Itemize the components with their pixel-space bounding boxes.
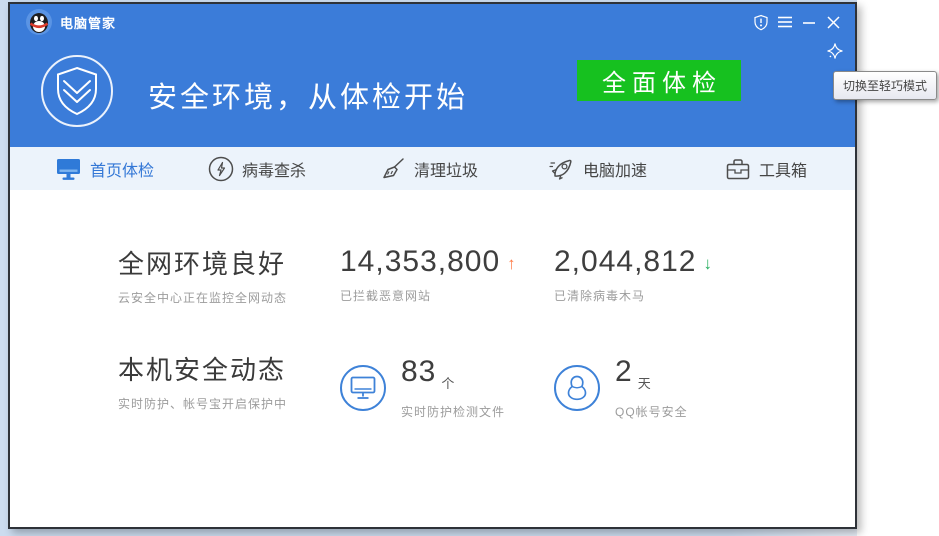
monitor-icon <box>55 157 82 181</box>
lite-mode-tooltip: 切换至轻巧模式 <box>833 71 937 100</box>
titlebar: 电脑管家 <box>10 4 855 40</box>
toolbox-icon <box>725 157 751 181</box>
qq-safety-label: QQ帐号安全 <box>615 403 688 420</box>
brand-shield-icon <box>54 66 100 116</box>
nav-tab-speedup[interactable]: 电脑加速 <box>548 147 647 190</box>
trend-up-icon: ↑ <box>507 248 516 280</box>
shield-exclamation-icon <box>753 14 769 31</box>
monitor-outline-icon <box>349 375 377 401</box>
local-security-title: 本机安全动态 <box>118 354 287 386</box>
cleaned-virus-stat: 2,044,812 ↓ 已清除病毒木马 <box>554 246 712 304</box>
nav-tab-label: 首页体检 <box>90 157 154 181</box>
realtime-files-unit: 个 <box>441 368 454 400</box>
full-scan-button[interactable]: 全面体检 <box>577 60 741 101</box>
qq-safety-stat: 2 天 QQ帐号安全 <box>554 356 688 420</box>
blocked-sites-label: 已拦截恶意网站 <box>340 287 516 304</box>
network-status-subtitle: 云安全中心正在监控全网动态 <box>118 289 287 306</box>
local-security-block: 本机安全动态 实时防护、帐号宝开启保护中 <box>118 354 287 412</box>
minimize-icon <box>802 15 816 29</box>
close-button[interactable] <box>823 12 843 32</box>
desktop-background-left <box>0 0 8 536</box>
hero-headline: 安全环境，从体检开始 <box>148 74 468 116</box>
hamburger-menu-icon <box>777 15 793 29</box>
broom-icon <box>380 156 406 182</box>
trend-down-icon: ↓ <box>703 248 712 280</box>
monitor-circle-badge <box>340 365 386 411</box>
app-window: 电脑管家 <box>8 2 857 529</box>
brand-shield-badge <box>41 55 113 127</box>
security-level-button[interactable] <box>751 12 771 32</box>
sparkle-icon <box>825 41 845 61</box>
cleaned-virus-label: 已清除病毒木马 <box>554 287 712 304</box>
nav-tab-home-checkup[interactable]: 首页体检 <box>55 147 154 190</box>
desktop-background-bottom <box>0 529 857 536</box>
realtime-files-label: 实时防护检测文件 <box>401 403 505 420</box>
rocket-icon <box>548 156 575 182</box>
nav-tab-label: 工具箱 <box>759 157 807 181</box>
lite-mode-button[interactable] <box>823 39 847 63</box>
app-title: 电脑管家 <box>60 13 116 32</box>
network-status-title: 全网环境良好 <box>118 248 287 280</box>
qq-penguin-logo-icon <box>26 9 52 35</box>
nav-tab-label: 病毒查杀 <box>242 157 306 181</box>
main-content: 全网环境良好 云安全中心正在监控全网动态 14,353,800 ↑ 已拦截恶意网… <box>10 190 855 527</box>
nav-tab-label: 清理垃圾 <box>414 157 478 181</box>
nav-tab-clean-junk[interactable]: 清理垃圾 <box>380 147 478 190</box>
nav-tab-toolbox[interactable]: 工具箱 <box>725 147 807 190</box>
main-menu-button[interactable] <box>775 12 795 32</box>
nav-tab-virus-scan[interactable]: 病毒查杀 <box>208 147 306 190</box>
nav-tab-label: 电脑加速 <box>583 157 647 181</box>
qq-safety-value: 2 <box>615 356 633 388</box>
close-icon <box>826 15 841 30</box>
realtime-files-value: 83 <box>401 356 436 388</box>
blocked-sites-value: 14,353,800 <box>340 246 500 278</box>
qq-outline-icon <box>564 374 590 402</box>
cleaned-virus-value: 2,044,812 <box>554 246 696 278</box>
blocked-sites-stat: 14,353,800 ↑ 已拦截恶意网站 <box>340 246 516 304</box>
lightning-icon <box>208 156 234 182</box>
header-banner: 电脑管家 <box>10 4 855 147</box>
local-security-subtitle: 实时防护、帐号宝开启保护中 <box>118 395 287 412</box>
network-status-block: 全网环境良好 云安全中心正在监控全网动态 <box>118 248 287 306</box>
realtime-files-stat: 83 个 实时防护检测文件 <box>340 356 505 420</box>
qq-circle-badge <box>554 365 600 411</box>
qq-safety-unit: 天 <box>638 368 651 400</box>
minimize-button[interactable] <box>799 12 819 32</box>
main-nav: 首页体检 病毒查杀 清理垃圾 <box>10 147 855 190</box>
